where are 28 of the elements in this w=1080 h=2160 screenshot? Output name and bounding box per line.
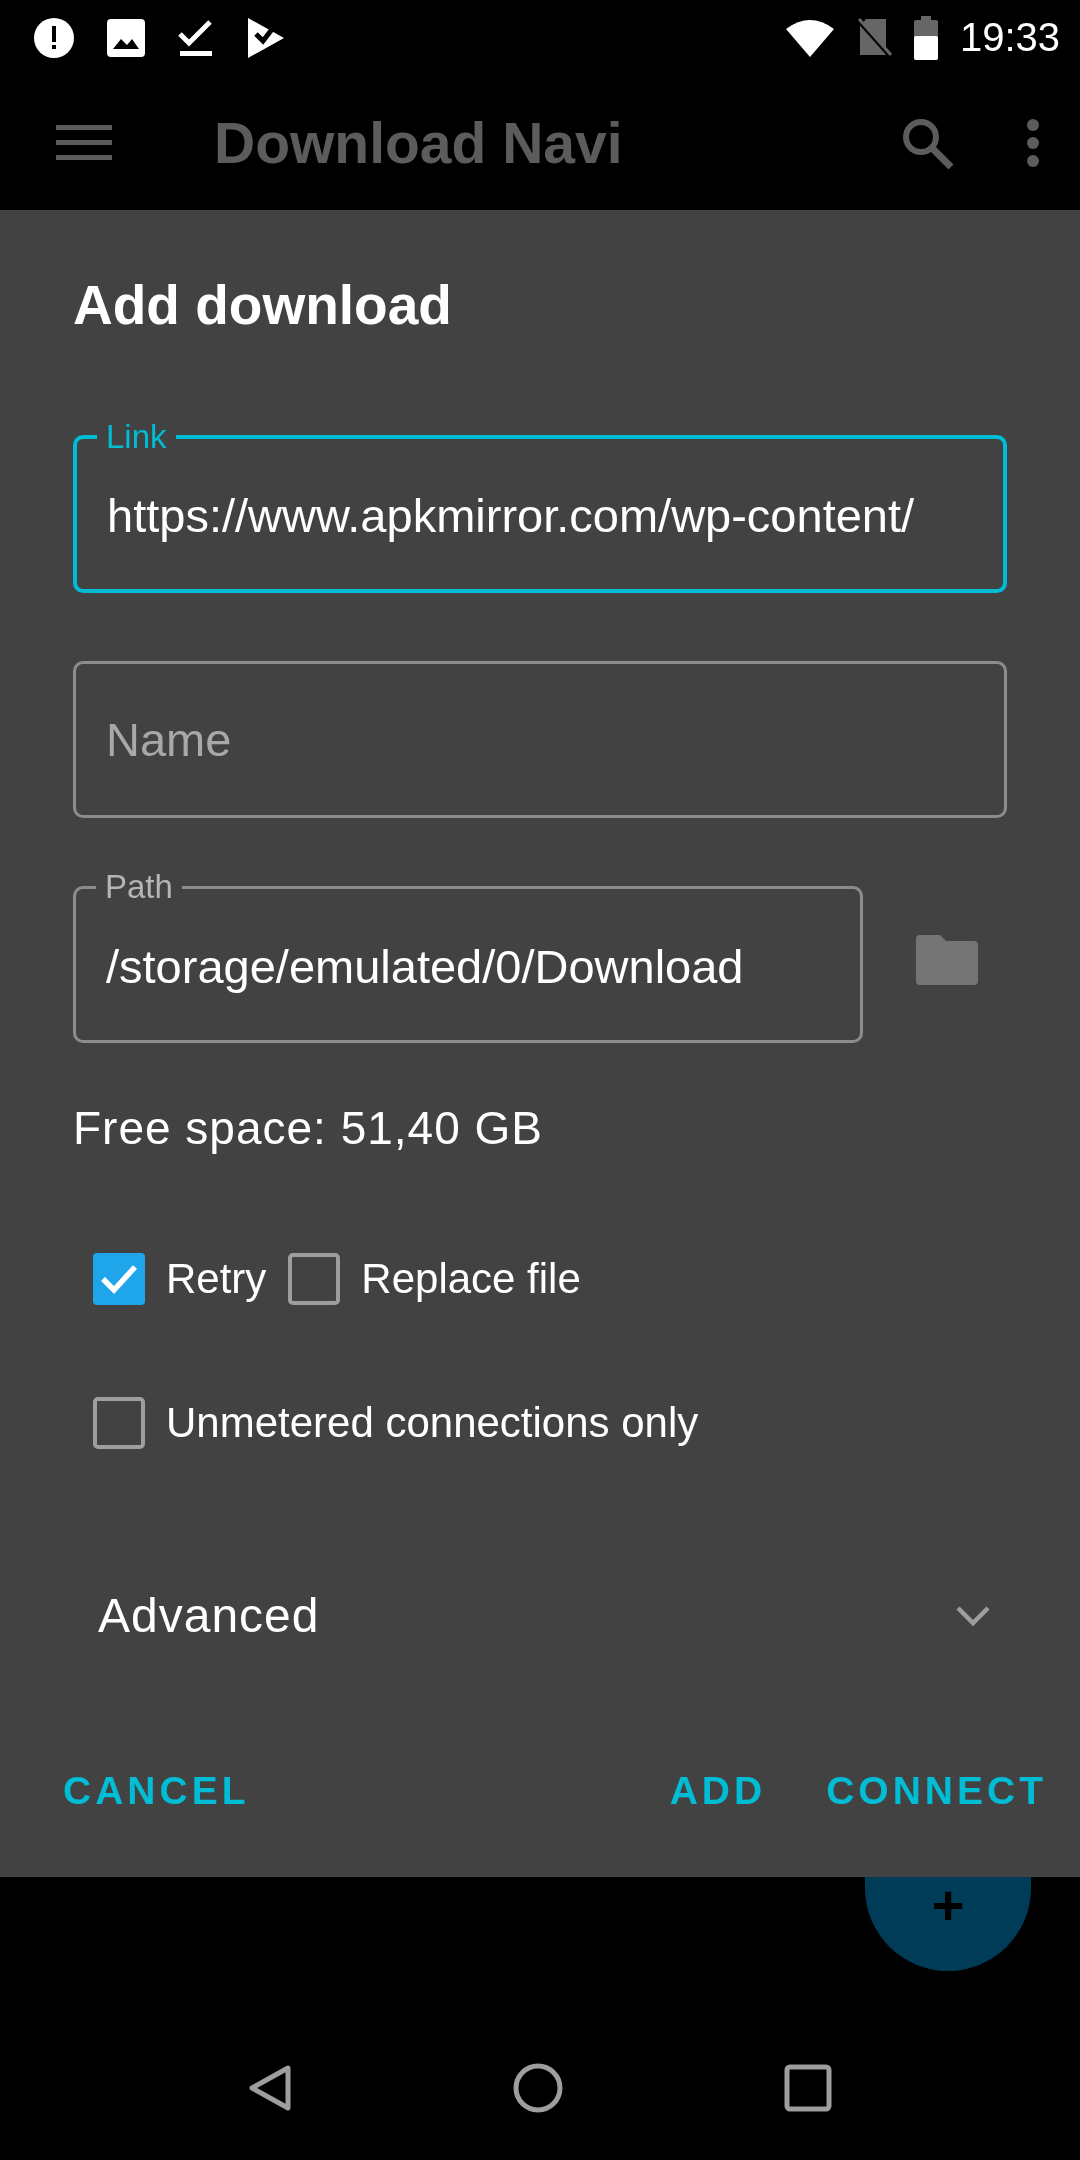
advanced-expander[interactable]: Advanced xyxy=(73,1588,1031,1643)
wifi-icon xyxy=(785,18,834,57)
checkbox[interactable] xyxy=(93,1253,145,1305)
text-button[interactable]: CONNECT xyxy=(816,1753,1057,1829)
more-icon[interactable] xyxy=(1026,117,1040,168)
status-time: 19:33 xyxy=(959,15,1060,60)
image-icon xyxy=(106,17,146,58)
checkbox[interactable] xyxy=(288,1253,341,1305)
text-button[interactable]: CANCEL xyxy=(53,1753,260,1829)
folder-icon[interactable] xyxy=(916,935,978,985)
play-check-icon xyxy=(246,15,286,60)
battery-icon xyxy=(913,15,938,60)
checkbox[interactable] xyxy=(93,1397,145,1449)
checkbox-label[interactable]: Replace file xyxy=(361,1255,581,1303)
menu-icon[interactable] xyxy=(56,122,112,163)
recents-icon[interactable] xyxy=(784,2064,832,2112)
checkbox-label[interactable]: Unmetered connections only xyxy=(166,1399,699,1447)
back-icon[interactable] xyxy=(248,2064,292,2112)
app-title: Download Navi xyxy=(214,109,624,176)
text-button[interactable]: ADD xyxy=(659,1753,777,1829)
chevron-icon[interactable] xyxy=(955,1604,991,1627)
free-space-text: Free space: 51,40 GB xyxy=(73,1101,545,1155)
input-field[interactable]: Name xyxy=(73,661,1007,818)
dialog-title: Add download xyxy=(73,274,453,337)
checkbox-label[interactable]: Retry xyxy=(166,1255,267,1303)
no-sim-icon xyxy=(855,16,892,59)
alert-icon xyxy=(32,15,76,60)
home-icon[interactable] xyxy=(512,2062,564,2114)
